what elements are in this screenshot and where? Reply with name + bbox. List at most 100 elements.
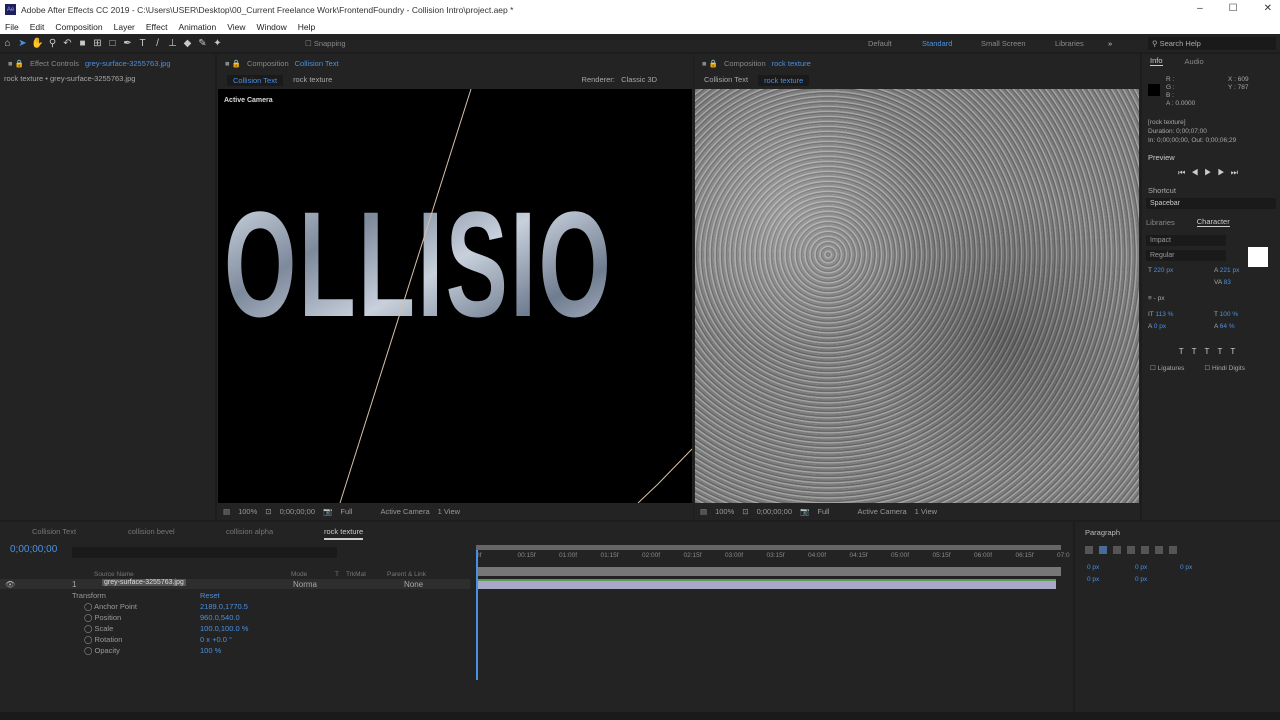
brush-tool-icon[interactable]: / bbox=[150, 38, 165, 49]
selection-tool-icon[interactable]: ➤ bbox=[15, 38, 30, 49]
workspace-small-screen[interactable]: Small Screen bbox=[981, 39, 1026, 48]
shortcut-select[interactable]: Spacebar bbox=[1146, 198, 1276, 209]
layer-row[interactable]: 👁 1 grey-surface-3255763.jpg Norma None bbox=[0, 579, 470, 589]
roto-brush-icon[interactable]: ✎ bbox=[195, 38, 210, 49]
font-family-select[interactable]: Impact bbox=[1146, 235, 1226, 246]
view-layout-select[interactable]: 1 View bbox=[438, 507, 460, 516]
lock-icon[interactable]: ■ 🔒 bbox=[225, 59, 241, 68]
menu-composition[interactable]: Composition bbox=[55, 22, 102, 32]
anchor-point-value[interactable]: 2189.0,1770.5 bbox=[200, 602, 248, 611]
region-icon[interactable]: ⊡ bbox=[742, 507, 748, 516]
hindi-digits-checkbox[interactable]: ☐ Hindi Digits bbox=[1204, 364, 1245, 372]
viewer-canvas[interactable]: Active Camera OLLISIO bbox=[218, 89, 692, 503]
zoom-tool-icon[interactable]: ⚲ bbox=[45, 38, 60, 49]
transform-group[interactable]: Transform bbox=[72, 591, 106, 600]
leading-field[interactable]: 221 px bbox=[1220, 267, 1240, 274]
horizontal-scale-field[interactable]: 100 % bbox=[1220, 311, 1238, 318]
view-layout-select[interactable]: 1 View bbox=[915, 507, 937, 516]
indent-right-field[interactable]: 0 px bbox=[1135, 564, 1147, 571]
grid-icon[interactable]: ▤ bbox=[700, 507, 707, 516]
current-time[interactable]: 0;00;00;00 bbox=[757, 507, 792, 516]
minimize-icon[interactable]: – bbox=[1197, 3, 1203, 14]
viewer-canvas[interactable] bbox=[695, 89, 1139, 503]
alignment-buttons[interactable] bbox=[1085, 546, 1177, 554]
close-icon[interactable]: ✕ bbox=[1264, 3, 1272, 14]
more-workspaces-icon[interactable]: » bbox=[1108, 39, 1112, 48]
workspace-default[interactable]: Default bbox=[868, 39, 892, 48]
snapping-checkbox[interactable]: ☐ Snapping bbox=[305, 39, 346, 48]
rectangle-tool-icon[interactable]: □ bbox=[105, 38, 120, 49]
tab-audio[interactable]: Audio bbox=[1185, 57, 1204, 66]
region-icon[interactable]: ⊡ bbox=[265, 507, 271, 516]
hand-tool-icon[interactable]: ✋ bbox=[30, 38, 45, 49]
camera-tool-icon[interactable]: ■ bbox=[75, 38, 90, 49]
menu-effect[interactable]: Effect bbox=[146, 22, 168, 32]
menu-file[interactable]: File bbox=[5, 22, 19, 32]
clone-stamp-icon[interactable]: ⊥ bbox=[165, 38, 180, 49]
menu-animation[interactable]: Animation bbox=[178, 22, 216, 32]
breadcrumb-rock-texture[interactable]: rock texture bbox=[293, 75, 332, 86]
tracking-field[interactable]: 83 bbox=[1224, 279, 1231, 286]
home-icon[interactable]: ⌂ bbox=[0, 38, 15, 49]
breadcrumb-collision-text[interactable]: Collision Text bbox=[227, 75, 284, 86]
tab-libraries[interactable]: Libraries bbox=[1146, 218, 1175, 227]
breadcrumb-collision-text[interactable]: Collision Text bbox=[704, 75, 748, 86]
timeline-tab-collision-bevel[interactable]: collision bevel bbox=[128, 527, 175, 536]
opacity-value[interactable]: 100 % bbox=[200, 646, 221, 655]
renderer-value[interactable]: Classic 3D bbox=[621, 75, 657, 84]
tsume-field[interactable]: 64 % bbox=[1220, 323, 1235, 330]
timeline-tab-collision-text[interactable]: Collision Text bbox=[32, 527, 76, 536]
indent-left-field[interactable]: 0 px bbox=[1087, 564, 1099, 571]
maximize-icon[interactable]: ☐ bbox=[1229, 3, 1238, 14]
camera-select[interactable]: Active Camera bbox=[380, 507, 429, 516]
baseline-shift-field[interactable]: 0 px bbox=[1154, 323, 1166, 330]
menu-layer[interactable]: Layer bbox=[114, 22, 135, 32]
text-style-buttons[interactable]: TTTTT bbox=[1142, 347, 1280, 356]
layer-duration-bar[interactable] bbox=[476, 579, 1056, 589]
space-before-field[interactable]: 0 px bbox=[1180, 564, 1192, 571]
fill-color-swatch[interactable] bbox=[1248, 247, 1268, 267]
layer-search-input[interactable] bbox=[72, 547, 337, 558]
time-ruler[interactable]: 0f 00:15f 01:00f 01:15f 02:00f 02:15f 03:00f 03… bbox=[476, 552, 1070, 562]
ligatures-checkbox[interactable]: ☐ Ligatures bbox=[1150, 364, 1184, 372]
work-area-range[interactable] bbox=[476, 567, 1061, 576]
snapshot-icon[interactable]: 📷 bbox=[323, 507, 332, 516]
resolution-select[interactable]: Full bbox=[340, 507, 352, 516]
rotation-value[interactable]: 0 x +0.0 ° bbox=[200, 635, 232, 644]
blend-mode-select[interactable]: Norma bbox=[293, 580, 317, 589]
menu-view[interactable]: View bbox=[227, 22, 245, 32]
timeline-tab-rock-texture[interactable]: rock texture bbox=[324, 527, 364, 540]
font-style-select[interactable]: Regular bbox=[1146, 250, 1226, 261]
transform-reset[interactable]: Reset bbox=[200, 591, 220, 600]
snapshot-icon[interactable]: 📷 bbox=[800, 507, 809, 516]
work-area-bar[interactable] bbox=[476, 545, 1061, 550]
zoom-select[interactable]: 100% bbox=[238, 507, 257, 516]
position-value[interactable]: 960.0,540.0 bbox=[200, 613, 240, 622]
vertical-scale-field[interactable]: 113 % bbox=[1155, 311, 1173, 318]
effect-controls-layer[interactable]: grey-surface-3255763.jpg bbox=[85, 59, 170, 68]
preview-controls[interactable]: ⏮◀▶▶⏭ bbox=[1142, 168, 1280, 178]
current-timecode[interactable]: 0;00;00;00 bbox=[10, 544, 57, 555]
puppet-pin-icon[interactable]: ✦ bbox=[210, 38, 225, 49]
workspace-libraries[interactable]: Libraries bbox=[1055, 39, 1084, 48]
parent-select[interactable]: None bbox=[404, 580, 423, 589]
lock-icon[interactable]: ■ 🔒 bbox=[8, 59, 24, 68]
camera-select[interactable]: Active Camera bbox=[857, 507, 906, 516]
rotate-tool-icon[interactable]: ↶ bbox=[60, 38, 75, 49]
pen-tool-icon[interactable]: ✒ bbox=[120, 38, 135, 49]
lock-icon[interactable]: ■ 🔒 bbox=[702, 59, 718, 68]
tab-info[interactable]: Info bbox=[1150, 56, 1163, 66]
search-help-input[interactable]: ⚲ Search Help bbox=[1148, 37, 1276, 50]
eraser-tool-icon[interactable]: ◆ bbox=[180, 38, 195, 49]
pan-behind-tool-icon[interactable]: ⊞ bbox=[90, 38, 105, 49]
type-tool-icon[interactable]: T bbox=[135, 38, 150, 49]
font-size-field[interactable]: 220 px bbox=[1154, 267, 1174, 274]
menu-edit[interactable]: Edit bbox=[30, 22, 45, 32]
space-after-field[interactable]: 0 px bbox=[1135, 576, 1147, 583]
playhead[interactable] bbox=[476, 550, 478, 680]
current-time[interactable]: 0;00;00;00 bbox=[280, 507, 315, 516]
timeline-tab-collision-alpha[interactable]: collision alpha bbox=[226, 527, 273, 536]
breadcrumb-rock-texture[interactable]: rock texture bbox=[758, 75, 810, 86]
grid-icon[interactable]: ▤ bbox=[223, 507, 230, 516]
menu-window[interactable]: Window bbox=[257, 22, 287, 32]
